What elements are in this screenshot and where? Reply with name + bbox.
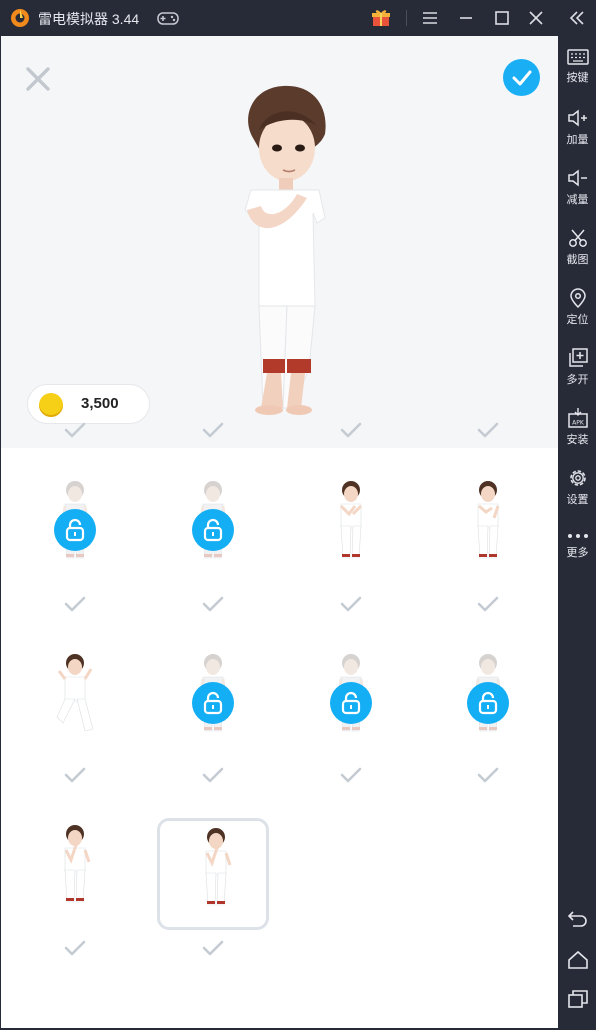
lock-icon [192, 682, 234, 724]
emulator-sidebar: 按键 加量 减量 截图 定位 多开 APK 安装 设置 更多 [559, 36, 596, 1030]
checkmark-icon [64, 940, 86, 956]
sidebar-item-label: 按键 [566, 71, 589, 84]
gift-icon[interactable] [371, 8, 391, 28]
sidebar-item-label: 减量 [566, 193, 589, 206]
sidebar-item-label: 定位 [566, 313, 589, 326]
pose-option[interactable] [157, 818, 269, 930]
coin-balance: 3,500 [27, 384, 150, 424]
location-pin-icon [569, 288, 586, 308]
pose-option[interactable] [295, 474, 407, 586]
checkmark-icon [202, 596, 224, 612]
sidebar-item-keymap[interactable]: 按键 [559, 42, 596, 98]
checkmark-icon [340, 767, 362, 783]
volume-up-icon [567, 109, 587, 127]
lock-icon [54, 509, 96, 551]
checkmark-icon [64, 596, 86, 612]
close-icon[interactable] [25, 66, 51, 92]
checkmark-icon [202, 767, 224, 783]
lock-icon [330, 682, 372, 724]
coin-icon [39, 393, 63, 417]
checkmark-icon [340, 596, 362, 612]
menu-icon[interactable] [420, 8, 440, 28]
coin-count: 3,500 [81, 395, 119, 412]
checkmark-icon [477, 596, 499, 612]
checkmark-icon [477, 767, 499, 783]
checkmark-icon [340, 422, 362, 438]
title-divider [406, 10, 407, 26]
minimize-icon[interactable] [456, 8, 476, 28]
close-window-icon[interactable] [526, 8, 546, 28]
back-icon[interactable] [559, 904, 596, 934]
sidebar-item-label: 截图 [566, 253, 589, 266]
volume-down-icon [567, 169, 587, 187]
checkmark-icon [477, 422, 499, 438]
sidebar-item-settings[interactable]: 设置 [559, 462, 596, 518]
title-bar: 雷电模拟器 3.44 [0, 0, 596, 36]
checkmark-icon [202, 422, 224, 438]
confirm-button[interactable] [503, 59, 540, 96]
lock-icon [467, 682, 509, 724]
sidebar-item-more[interactable]: 更多 [559, 522, 596, 578]
avatar-preview: 3,500 [1, 36, 558, 448]
sidebar-item-install[interactable]: APK 安装 [559, 402, 596, 458]
maximize-icon[interactable] [492, 8, 512, 28]
sidebar-item-label: 更多 [566, 546, 589, 559]
collapse-sidebar-icon[interactable] [567, 8, 587, 28]
sidebar-item-multi[interactable]: 多开 [559, 342, 596, 398]
avatar-figure [244, 85, 326, 415]
sidebar-item-volume-up[interactable]: 加量 [559, 102, 596, 158]
sidebar-item-volume-down[interactable]: 减量 [559, 162, 596, 218]
sidebar-item-label: 设置 [566, 493, 589, 506]
pose-option[interactable] [19, 818, 131, 930]
sidebar-item-location[interactable]: 定位 [559, 282, 596, 338]
apk-install-icon: APK [567, 408, 588, 428]
checkmark-icon [512, 70, 531, 85]
checkmark-icon [202, 940, 224, 956]
sidebar-item-label: 安装 [566, 433, 589, 446]
lock-icon [192, 509, 234, 551]
gamepad-icon[interactable] [157, 10, 179, 26]
pose-option[interactable] [19, 647, 131, 759]
svg-text:APK: APK [572, 420, 585, 427]
recents-icon[interactable] [559, 984, 596, 1014]
checkmark-icon [64, 767, 86, 783]
multi-instance-icon [568, 348, 588, 367]
home-icon[interactable] [559, 945, 596, 975]
sidebar-item-label: 多开 [566, 373, 589, 386]
more-dots-icon [567, 534, 588, 538]
gear-icon [569, 470, 586, 486]
pose-option[interactable] [432, 474, 544, 586]
sidebar-item-label: 加量 [566, 133, 589, 146]
checkmark-icon [64, 422, 86, 438]
window-title: 雷电模拟器 3.44 [38, 11, 140, 27]
app-logo-icon [11, 9, 29, 27]
scissors-icon [568, 229, 587, 247]
keyboard-icon [566, 49, 589, 65]
sidebar-item-screenshot[interactable]: 截图 [559, 222, 596, 278]
app-screen: 3,500 [1, 36, 558, 1028]
